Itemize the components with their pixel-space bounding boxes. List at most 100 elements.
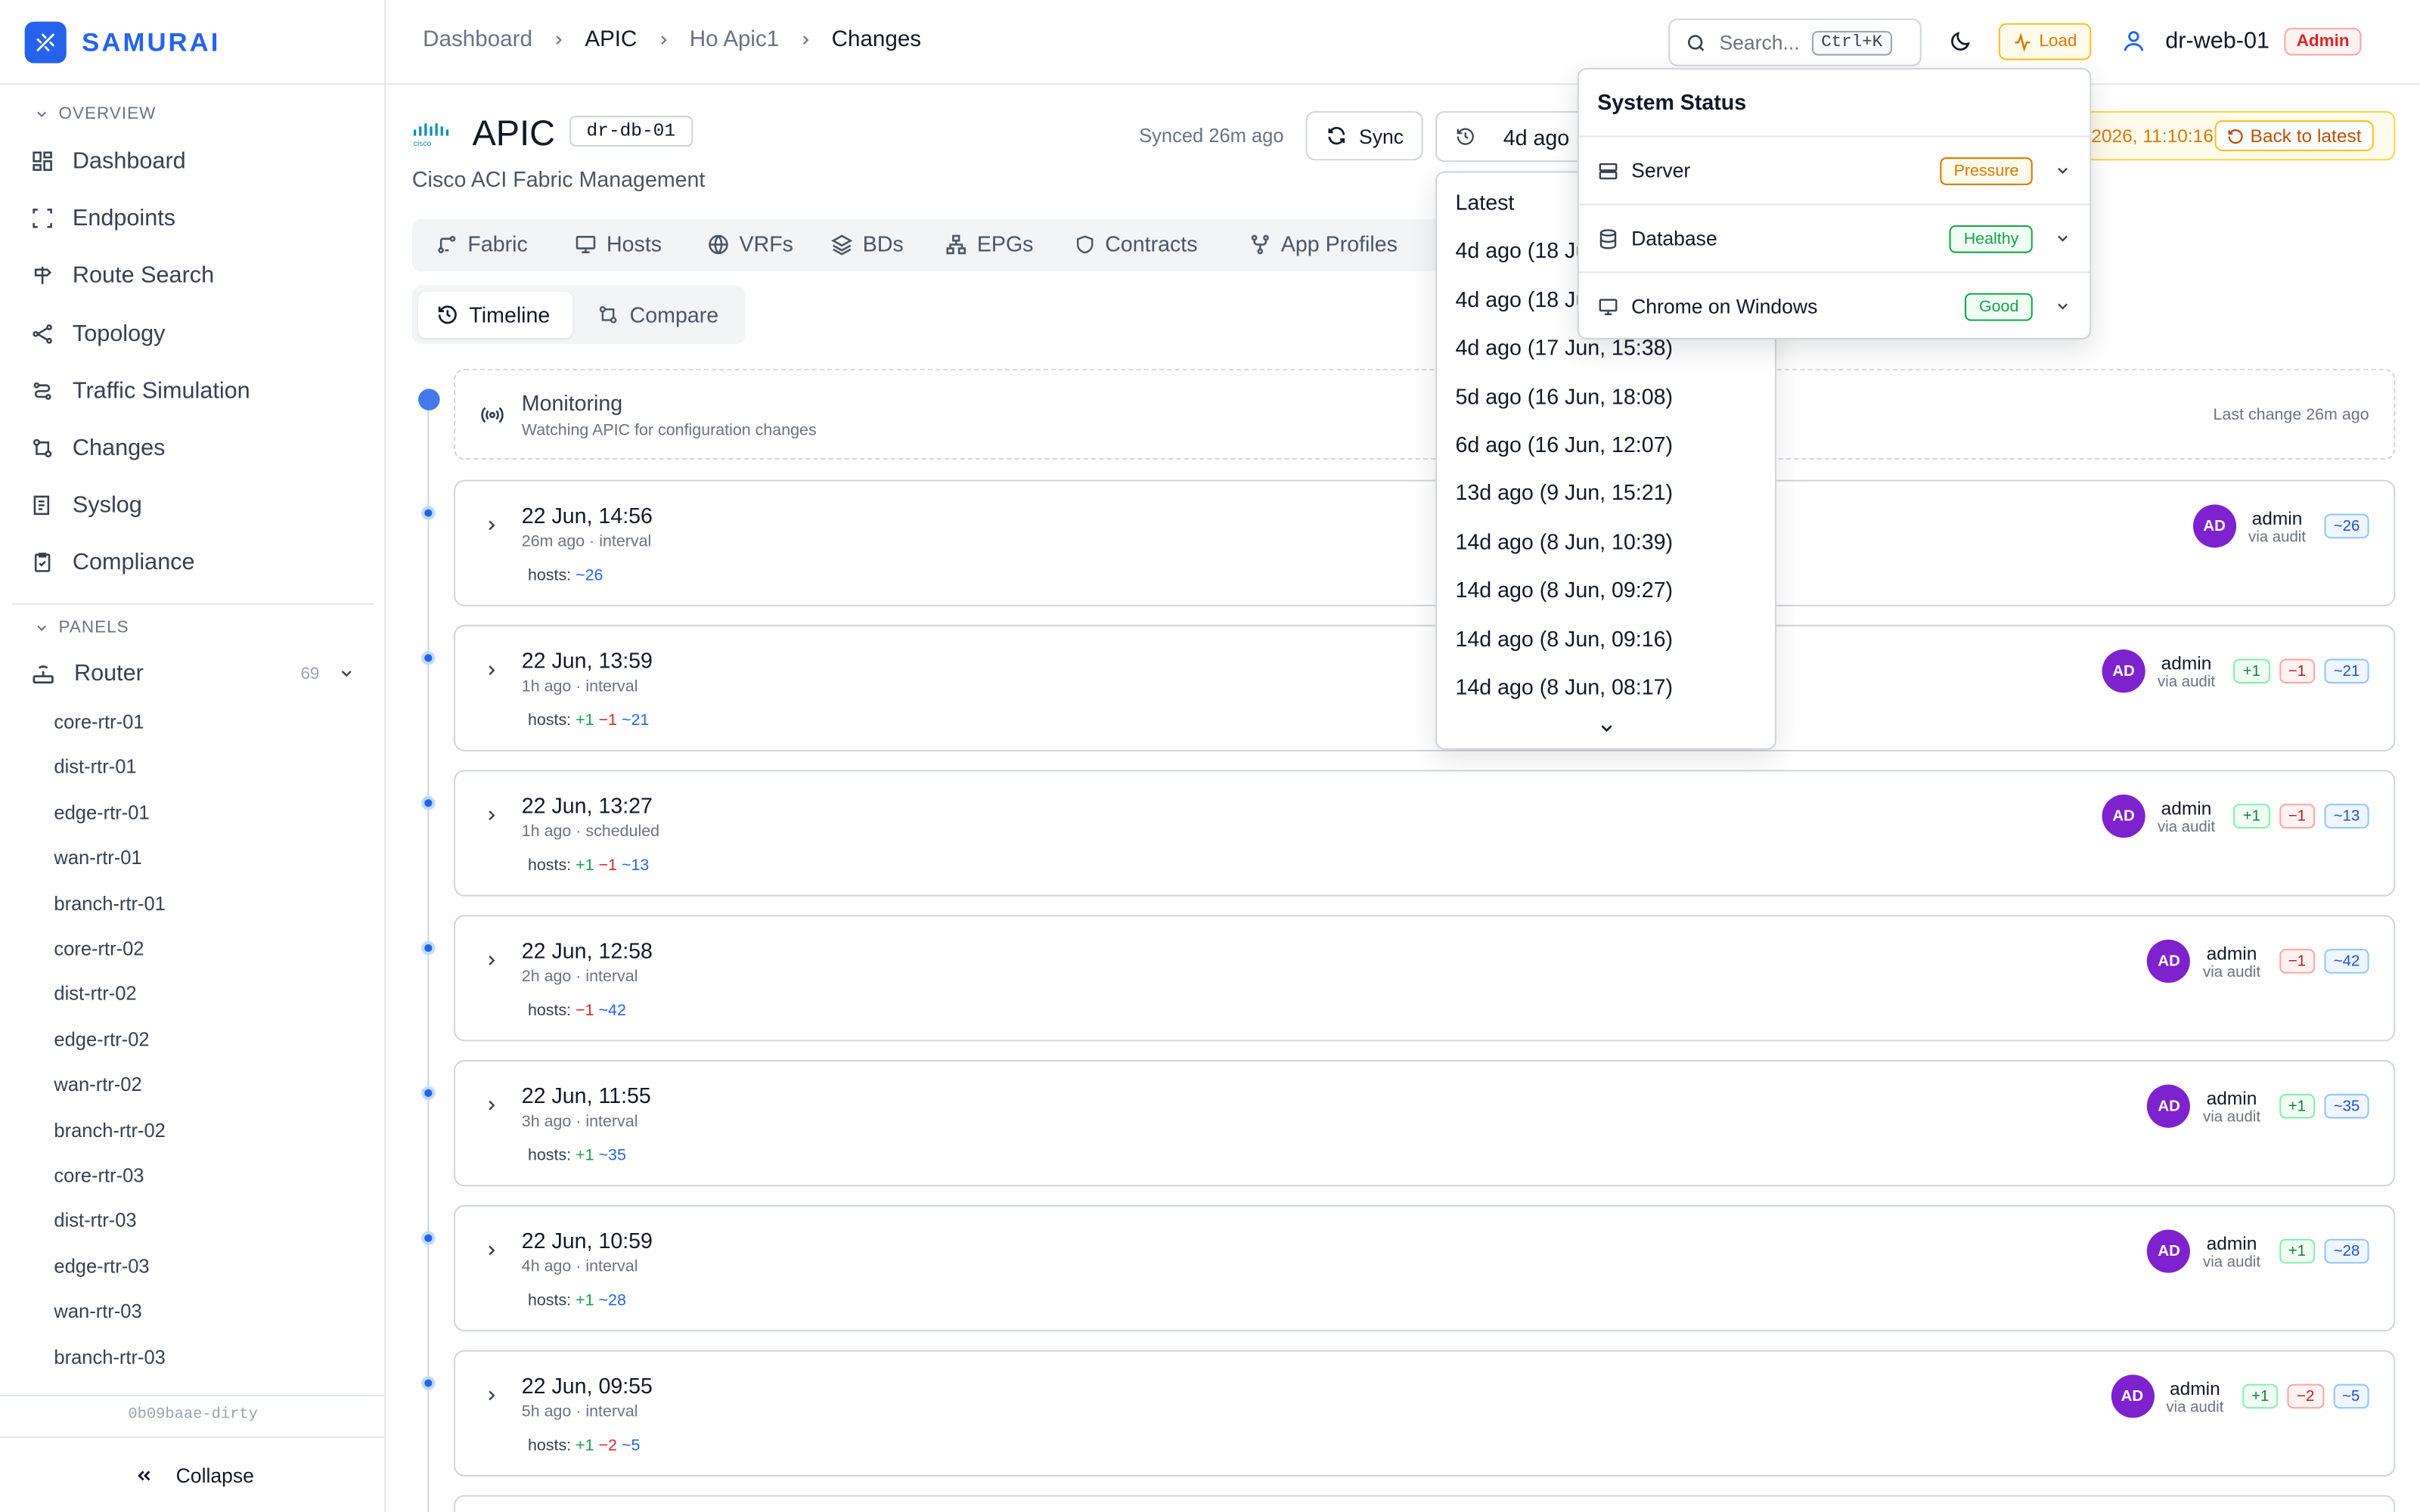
nav-traffic-simulation[interactable]: Traffic Simulation	[31, 378, 250, 404]
subtab-timeline[interactable]: Timeline	[437, 302, 550, 327]
nav-dashboard[interactable]: Dashboard	[31, 148, 186, 175]
change-card[interactable]: 22 Jun, 11:55 3h ago · interval hosts: +1 …	[453, 1060, 2396, 1187]
refresh-icon	[1327, 126, 1345, 145]
breadcrumb-device[interactable]: Ho Apic1	[690, 28, 779, 53]
collapse-button[interactable]: Collapse	[135, 1464, 254, 1487]
delta-badge: +1	[2233, 804, 2270, 829]
change-hosts: hosts: +1 −1 ~13	[528, 857, 649, 875]
expand-chevron-icon[interactable]	[483, 952, 500, 968]
scroll-down-icon[interactable]	[1597, 719, 1615, 737]
router-item[interactable]: branch-rtr-03	[54, 1346, 165, 1368]
expand-chevron-icon[interactable]	[483, 662, 500, 679]
history-icon	[438, 305, 457, 324]
tab-fabric[interactable]: Fabric	[436, 231, 528, 256]
router-item[interactable]: branch-rtr-01	[54, 893, 165, 915]
change-date: 22 Jun, 14:56	[521, 503, 653, 528]
nav-compliance[interactable]: Compliance	[31, 550, 195, 575]
hosts-label: hosts:	[527, 1291, 572, 1310]
author-source: via audit	[2202, 1108, 2261, 1126]
author-source: via audit	[2166, 1398, 2224, 1416]
change-card[interactable]: 22 Jun, 12:58 2h ago · interval hosts: −1 …	[453, 915, 2396, 1042]
status-row-chrome[interactable]: Chrome on Windows Good	[1578, 271, 2090, 339]
time-select[interactable]: 4d ago	[1435, 110, 1590, 163]
subtab-compare[interactable]: Compare	[597, 302, 718, 327]
chevron-right-icon	[802, 36, 809, 45]
globe-icon	[709, 234, 728, 254]
time-option[interactable]: 5d ago (16 Jun, 18:08)	[1455, 383, 1673, 408]
router-item[interactable]: core-rtr-03	[54, 1165, 144, 1187]
expand-chevron-icon[interactable]	[483, 807, 500, 823]
tab-app-profiles[interactable]: App Profiles	[1249, 231, 1398, 256]
time-option-latest[interactable]: Latest	[1455, 190, 1514, 215]
theme-toggle-button[interactable]	[1947, 29, 1972, 54]
monitoring-desc: Watching APIC for configuration changes	[521, 421, 817, 440]
nav-label: Syslog	[72, 492, 142, 519]
expand-chevron-icon[interactable]	[483, 1097, 500, 1114]
nav-label: Topology	[72, 321, 166, 348]
change-meta: 5h ago · interval	[521, 1402, 638, 1421]
tab-label: App Profiles	[1280, 231, 1398, 256]
router-item[interactable]: wan-rtr-01	[54, 847, 141, 869]
back-to-latest-button[interactable]: Back to latest	[2214, 120, 2374, 151]
router-item[interactable]: dist-rtr-01	[54, 757, 136, 779]
nav-label: Dashboard	[72, 147, 186, 175]
tab-contracts[interactable]: Contracts	[1074, 231, 1198, 256]
change-card[interactable]: 22 Jun, 13:27 1h ago · scheduled hosts: +1…	[453, 770, 2396, 897]
router-item[interactable]: dist-rtr-03	[54, 1210, 136, 1232]
user-name[interactable]: dr-web-01	[2165, 28, 2270, 54]
tab-vrfs[interactable]: VRFs	[707, 231, 793, 256]
panels-section-toggle[interactable]: PANELS	[34, 618, 129, 637]
tab-bds[interactable]: BDs	[830, 231, 904, 256]
status-row-database[interactable]: Database Healthy	[1578, 203, 2090, 271]
expand-chevron-icon[interactable]	[483, 517, 500, 534]
nav-topology[interactable]: Topology	[31, 321, 166, 348]
router-item[interactable]: dist-rtr-02	[54, 984, 136, 1005]
overview-section-toggle[interactable]: OVERVIEW	[34, 105, 156, 123]
change-card[interactable]: 22 Jun, 09:55 5h ago · interval hosts: +1 …	[453, 1349, 2396, 1477]
time-option[interactable]: 4d ago (18 Ju	[1455, 287, 1587, 311]
time-option[interactable]: 14d ago (8 Jun, 09:27)	[1455, 578, 1673, 603]
user-avatar[interactable]	[2121, 28, 2147, 54]
time-option[interactable]: 6d ago (16 Jun, 12:07)	[1455, 432, 1673, 457]
router-item[interactable]: wan-rtr-02	[54, 1074, 141, 1096]
router-item[interactable]: edge-rtr-01	[54, 802, 149, 824]
status-row-server[interactable]: Server Pressure	[1578, 135, 2090, 204]
change-card[interactable]: 22 Jun, 10:59 4h ago · interval hosts: +1 …	[453, 1204, 2396, 1332]
time-option[interactable]: 14d ago (8 Jun, 10:39)	[1455, 529, 1673, 554]
nav-syslog[interactable]: Syslog	[31, 492, 142, 519]
time-option[interactable]: 14d ago (8 Jun, 09:16)	[1455, 626, 1673, 651]
search-input[interactable]: Search... Ctrl+K	[1668, 18, 1922, 67]
chevron-down-icon	[37, 625, 46, 631]
nav-changes[interactable]: Changes	[31, 435, 165, 461]
tab-epgs[interactable]: EPGs	[945, 231, 1033, 256]
tab-label: VRFs	[739, 231, 793, 256]
time-option[interactable]: 4d ago (18 Ju	[1455, 238, 1587, 263]
nav-endpoints[interactable]: Endpoints	[31, 205, 175, 231]
user-icon	[2124, 31, 2144, 51]
change-hosts: hosts: +1 −1 ~21	[528, 711, 649, 730]
router-item[interactable]: core-rtr-01	[54, 711, 144, 733]
nav-route-search[interactable]: Route Search	[31, 262, 214, 289]
time-option[interactable]: 13d ago (9 Jun, 15:21)	[1455, 480, 1673, 505]
change-card[interactable]: 22 Jun, 14:56 26m ago · interval hosts: ~2…	[453, 479, 2396, 607]
delta-badge: −1	[2279, 949, 2316, 974]
app-logo[interactable]: SAMURAI	[24, 21, 221, 64]
expand-chevron-icon[interactable]	[483, 1242, 500, 1259]
sync-button[interactable]: Sync	[1305, 110, 1423, 161]
router-item[interactable]: core-rtr-02	[54, 938, 144, 960]
breadcrumb-dashboard[interactable]: Dashboard	[423, 28, 532, 53]
load-button[interactable]: Load	[1998, 23, 2092, 60]
tab-hosts[interactable]: Hosts	[574, 231, 662, 256]
breadcrumb-apic[interactable]: APIC	[585, 28, 637, 53]
change-card[interactable]: 22 Jun, 13:59 1h ago · interval hosts: +1 …	[453, 624, 2396, 751]
router-item[interactable]: branch-rtr-02	[54, 1120, 165, 1142]
server-icon	[1599, 162, 1618, 179]
router-item[interactable]: edge-rtr-02	[54, 1029, 149, 1051]
delta-badges: +1 −1 ~21	[2233, 658, 2369, 684]
expand-chevron-icon[interactable]	[483, 1387, 500, 1404]
panel-router[interactable]: Router 69	[31, 660, 355, 686]
router-item[interactable]: wan-rtr-03	[54, 1301, 141, 1323]
hosts-label: hosts:	[527, 711, 572, 730]
time-option[interactable]: 14d ago (8 Jun, 08:17)	[1455, 674, 1673, 699]
router-item[interactable]: edge-rtr-03	[54, 1256, 149, 1278]
